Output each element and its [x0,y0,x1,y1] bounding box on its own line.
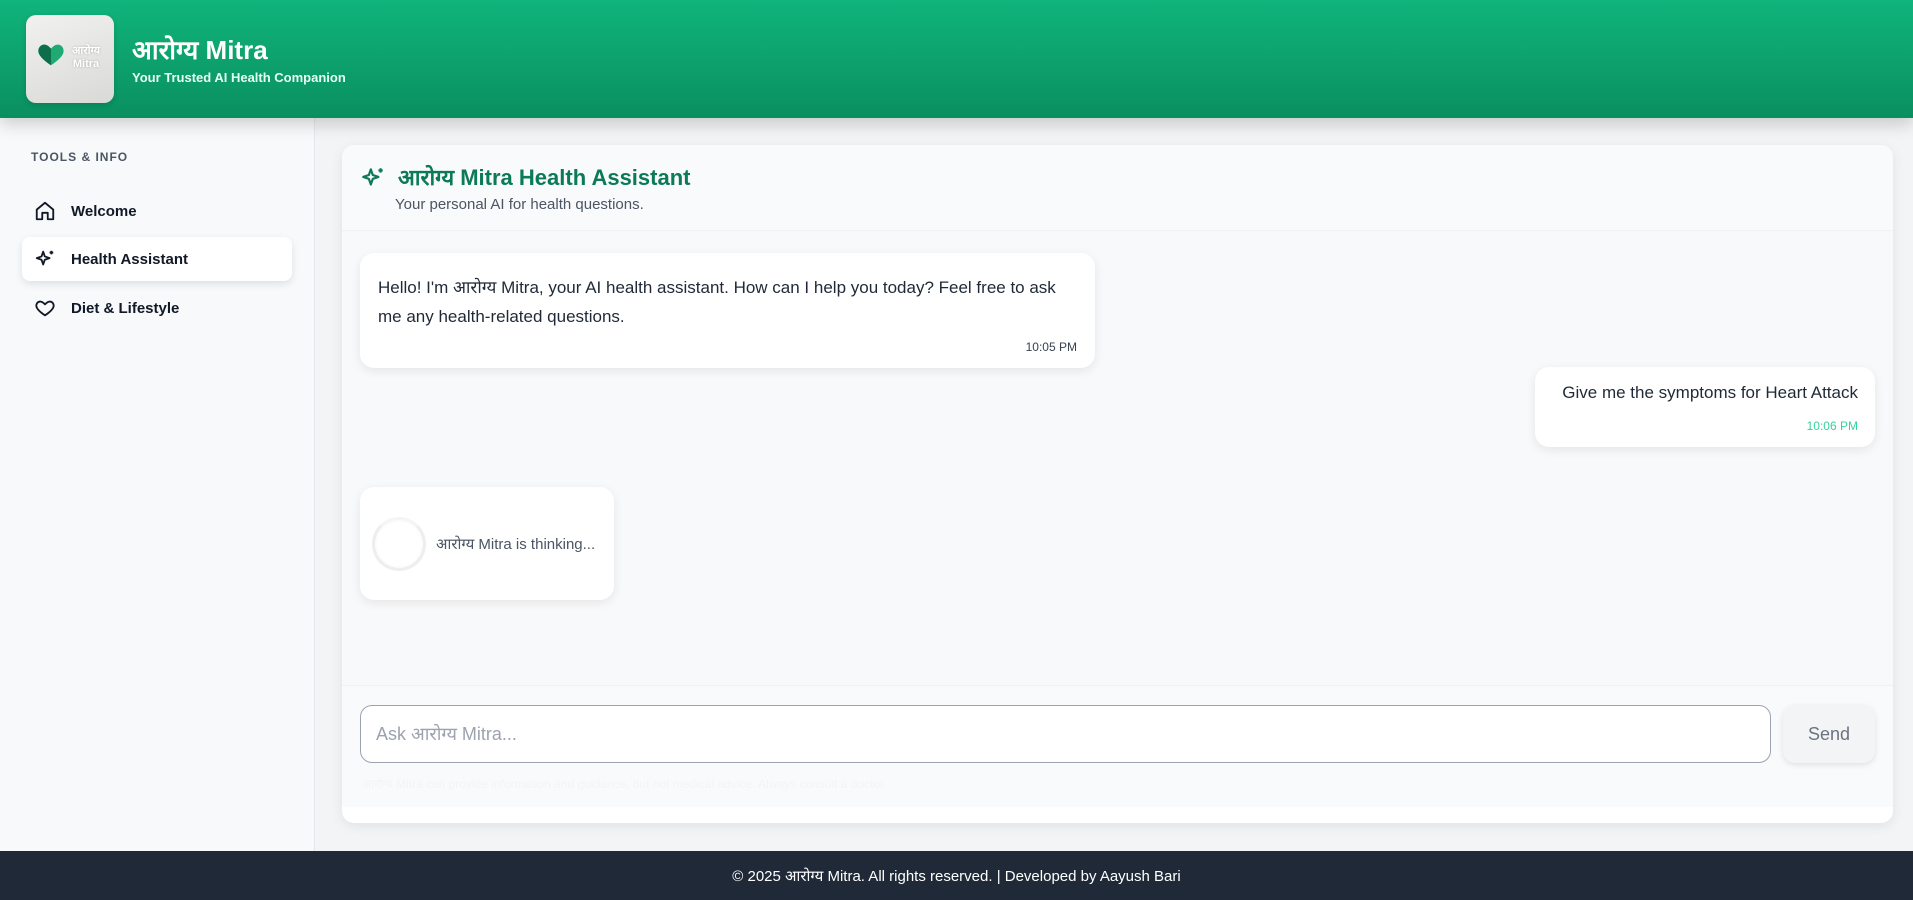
chat-subtitle: Your personal AI for health questions. [395,196,644,213]
app-tagline: Your Trusted AI Health Companion [132,69,346,85]
app-logo[interactable]: आरोग्य Mitra [26,15,114,103]
user-message: Give me the symptoms for Heart Attack 10… [1535,367,1875,447]
sidebar-heading: TOOLS & INFO [31,150,129,164]
sidebar-item-welcome[interactable]: Welcome [22,189,292,233]
message-time: 10:06 PM [1806,419,1858,433]
footer: © 2025 आरोग्य Mitra. All rights reserved… [0,851,1913,900]
footer-text: © 2025 आरोग्य Mitra. All rights reserved… [732,867,1181,885]
thinking-indicator: आरोग्य Mitra is thinking... [360,487,614,600]
sidebar-item-health-assistant[interactable]: Health Assistant [22,237,292,281]
home-icon [33,199,57,223]
thinking-text: आरोग्य Mitra is thinking... [436,535,596,553]
heart-icon [33,296,57,320]
message-list[interactable]: Hello! I'm आरोग्य Mitra, your AI health … [342,231,1893,685]
sidebar-item-label: Diet & Lifestyle [71,299,180,317]
sparkle-icon [362,168,383,186]
send-button[interactable]: Send [1783,705,1875,763]
sidebar-item-label: Health Assistant [71,250,188,268]
loading-spinner-icon [372,516,426,571]
brand: आरोग्य Mitra Your Trusted AI Health Comp… [132,34,346,85]
chat-header: आरोग्य Mitra Health Assistant Your perso… [342,145,1893,231]
sidebar: TOOLS & INFO Welcome Health Assistant Di… [0,118,315,851]
disclaimer-text: आरोग्य Mitra can provide information and… [362,777,887,791]
sidebar-item-label: Welcome [71,202,137,220]
message-text: Give me the symptoms for Heart Attack [1562,383,1858,402]
heart-logo-icon [38,44,64,66]
sidebar-item-diet-lifestyle[interactable]: Diet & Lifestyle [22,286,292,330]
chat-panel: आरोग्य Mitra Health Assistant Your perso… [342,145,1893,823]
chat-title: आरोग्य Mitra Health Assistant [398,165,691,190]
message-text: Hello! I'm आरोग्य Mitra, your AI health … [378,278,1056,326]
assistant-message: Hello! I'm आरोग्य Mitra, your AI health … [360,253,1095,368]
composer: Send आरोग्य Mitra can provide informatio… [342,685,1893,807]
message-time: 10:05 PM [1025,340,1077,354]
app-title: आरोग्य Mitra [132,34,268,65]
logo-text: आरोग्य Mitra [71,45,101,70]
app-header: आरोग्य Mitra आरोग्य Mitra Your Trusted A… [0,0,1913,118]
message-input[interactable] [360,705,1771,763]
sparkle-icon [33,247,57,271]
